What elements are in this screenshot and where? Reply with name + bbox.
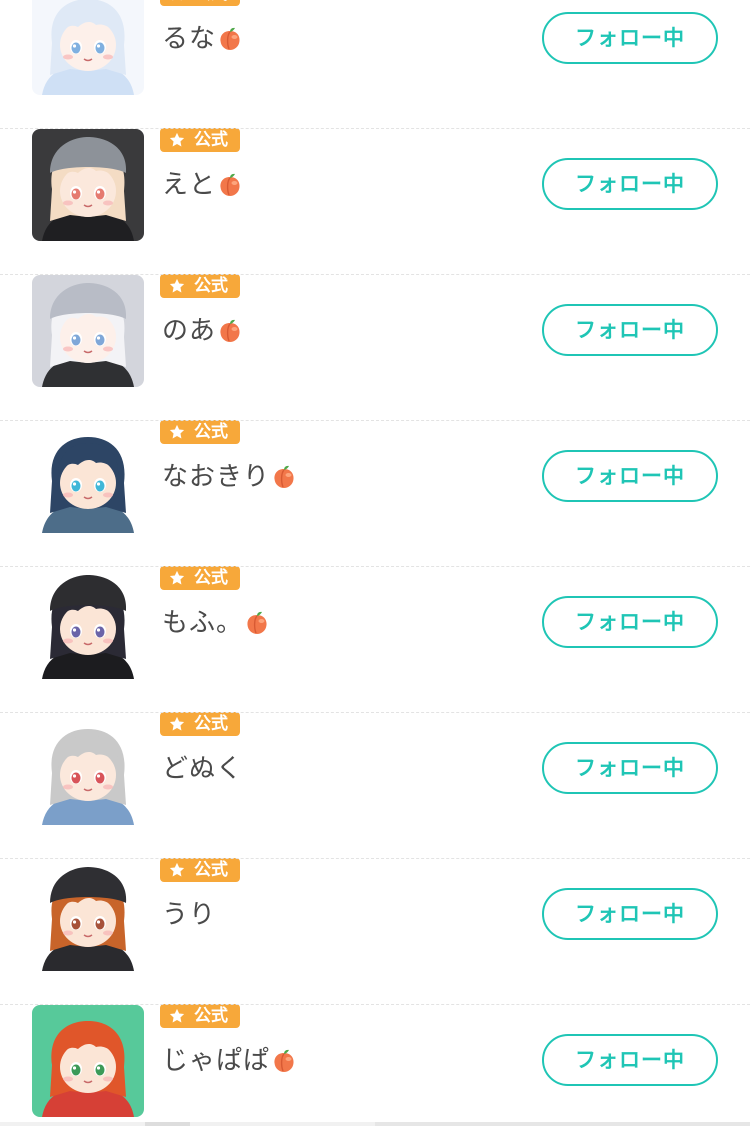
user-name-text: なおきり [162, 462, 271, 492]
official-badge-label: 公式 [194, 130, 228, 150]
peach-icon [274, 465, 294, 488]
avatar[interactable] [32, 0, 144, 95]
following-button[interactable]: フォロー中 [542, 742, 718, 794]
user-name[interactable]: うり [162, 899, 216, 931]
official-badge-label: 公式 [194, 860, 228, 880]
official-badge: 公式 [160, 128, 240, 152]
following-button[interactable]: フォロー中 [542, 158, 718, 210]
official-badge-label: 公式 [194, 422, 228, 442]
peach-icon [247, 611, 267, 634]
list-item[interactable]: 公式なおきり フォロー中 [0, 420, 750, 567]
list-item[interactable]: 公式もふ。 フォロー中 [0, 566, 750, 713]
official-badge: 公式 [160, 566, 240, 590]
avatar[interactable] [32, 713, 144, 825]
list-item[interactable]: 公式えと フォロー中 [0, 128, 750, 275]
peach-icon [220, 173, 240, 196]
peach-icon [220, 27, 240, 50]
star-icon [169, 424, 185, 439]
star-icon [169, 132, 185, 147]
official-badge-label: 公式 [194, 0, 228, 4]
official-badge-label: 公式 [194, 276, 228, 296]
follow-list: 公式 じゃぱぱ フォロー中 公式 うり フォロー中 公式 どぬく フォロー中 公式 もふ。 フォロー中… [0, 0, 750, 1126]
following-button[interactable]: フォロー中 [542, 12, 718, 64]
following-button[interactable]: フォロー中 [542, 888, 718, 940]
list-item[interactable]: 公式じゃぱぱ フォロー中 [0, 1004, 750, 1126]
official-badge-label: 公式 [194, 714, 228, 734]
user-name-text: うり [162, 900, 217, 930]
following-button[interactable]: フォロー中 [542, 304, 718, 356]
avatar[interactable] [32, 275, 144, 387]
official-badge-label: 公式 [194, 1006, 228, 1026]
star-icon [169, 278, 185, 293]
official-badge-label: 公式 [194, 568, 228, 588]
avatar[interactable] [32, 567, 144, 679]
scrollbar-thumb[interactable] [145, 1122, 190, 1126]
avatar[interactable] [32, 129, 144, 241]
user-name[interactable]: のあ [162, 315, 243, 347]
peach-icon [274, 1049, 294, 1072]
user-name-text: のあ [162, 316, 217, 346]
following-button[interactable]: フォロー中 [542, 1034, 718, 1086]
official-badge: 公式 [160, 420, 240, 444]
user-name-text: るな [162, 24, 217, 54]
star-icon [169, 1008, 185, 1023]
avatar[interactable] [32, 421, 144, 533]
user-name[interactable]: もふ。 [162, 607, 270, 639]
user-name-text: えと [162, 170, 217, 200]
list-item[interactable]: 公式のあ フォロー中 [0, 274, 750, 421]
official-badge: 公式 [160, 0, 240, 6]
official-badge: 公式 [160, 274, 240, 298]
official-badge: 公式 [160, 858, 240, 882]
list-item[interactable]: 公式どぬく フォロー中 [0, 712, 750, 859]
following-button[interactable]: フォロー中 [542, 450, 718, 502]
user-name-text: もふ。 [162, 608, 244, 638]
horizontal-scrollbar[interactable] [0, 1122, 750, 1126]
list-item[interactable]: 公式うり フォロー中 [0, 858, 750, 1005]
official-badge: 公式 [160, 1004, 240, 1028]
peach-icon [220, 319, 240, 342]
following-button[interactable]: フォロー中 [542, 596, 718, 648]
list-item[interactable]: 公式るな フォロー中 [0, 0, 750, 129]
star-icon [169, 862, 185, 877]
user-name[interactable]: るな [162, 23, 243, 55]
user-name-text: じゃぱぱ [162, 1046, 271, 1076]
star-icon [169, 716, 185, 731]
user-name[interactable]: どぬく [162, 753, 243, 785]
user-name-text: どぬく [162, 754, 244, 784]
avatar[interactable] [32, 1005, 144, 1117]
star-icon [169, 570, 185, 585]
scrollbar-thumb[interactable] [375, 1122, 750, 1126]
official-badge: 公式 [160, 712, 240, 736]
avatar[interactable] [32, 859, 144, 971]
star-icon [172, 0, 182, 1]
user-name[interactable]: えと [162, 169, 243, 201]
user-name[interactable]: なおきり [162, 461, 297, 493]
user-name[interactable]: じゃぱぱ [162, 1045, 297, 1077]
